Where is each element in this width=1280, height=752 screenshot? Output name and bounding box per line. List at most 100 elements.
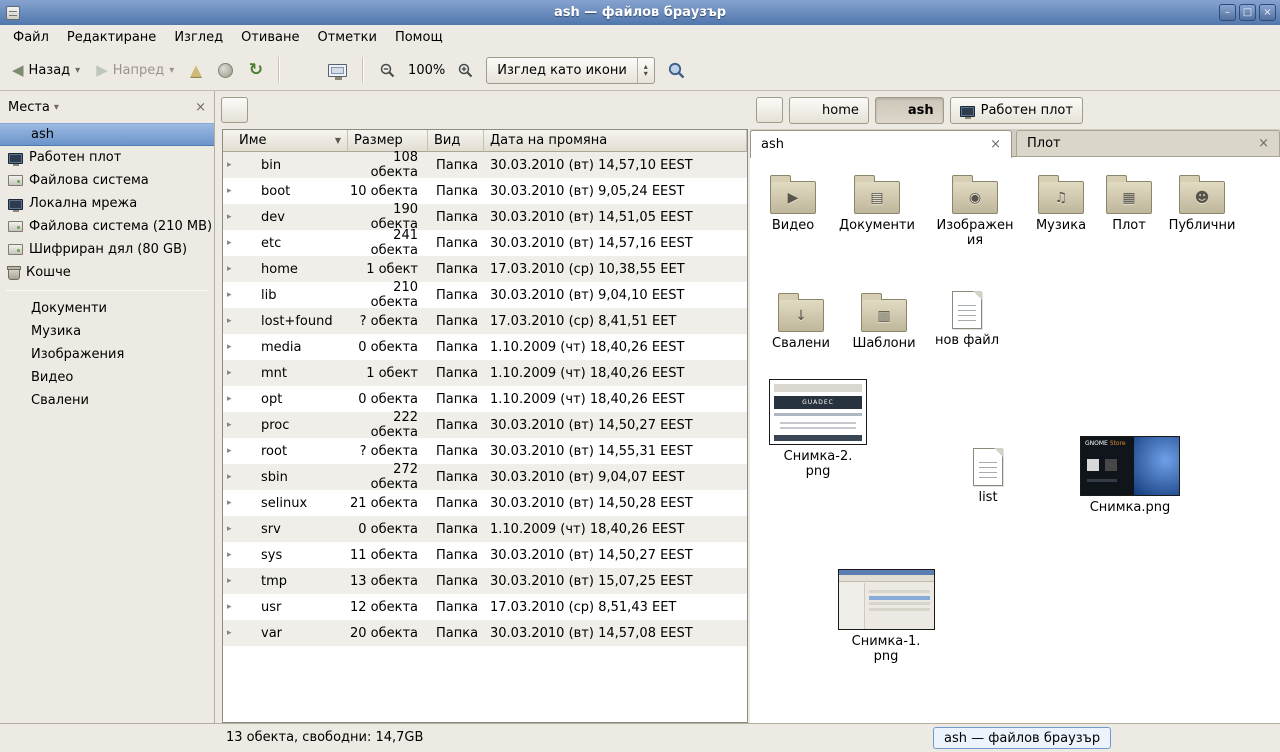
table-row-tmp[interactable]: ▸tmp 13 обекта Папка 30.03.2010 (вт) 15,… bbox=[223, 568, 747, 594]
tab-plot[interactable]: Плот × bbox=[1016, 130, 1280, 157]
breadcrumb-desktop[interactable]: Работен плот bbox=[950, 97, 1083, 124]
icon-snimka-2-png[interactable]: GUADEC Снимка-2.png bbox=[762, 379, 874, 479]
table-row-proc[interactable]: ▸proc 222 обекта Папка 30.03.2010 (вт) 1… bbox=[223, 412, 747, 438]
view-mode-select[interactable]: Изглед като икони ▴ ▾ bbox=[486, 57, 655, 84]
sidebar-item-encrypted-80gb[interactable]: Шифриран дял (80 GB) bbox=[0, 238, 214, 261]
table-row-selinux[interactable]: ▸selinux 21 обекта Папка 30.03.2010 (вт)… bbox=[223, 490, 747, 516]
expander-icon[interactable]: ▸ bbox=[227, 238, 236, 248]
forward-button[interactable]: ▶ Напред ▾ bbox=[92, 58, 178, 82]
table-row-boot[interactable]: ▸boot 10 обекта Папка 30.03.2010 (вт) 9,… bbox=[223, 178, 747, 204]
expander-icon[interactable]: ▸ bbox=[227, 316, 236, 326]
table-row-srv[interactable]: ▸srv 0 обекта Папка 1.10.2009 (чт) 18,40… bbox=[223, 516, 747, 542]
table-row-etc[interactable]: ▸etc 241 обекта Папка 30.03.2010 (вт) 14… bbox=[223, 230, 747, 256]
minimize-button[interactable]: – bbox=[1219, 4, 1236, 21]
icon-documents-folder[interactable]: ▤ Документи bbox=[835, 172, 919, 233]
table-row-media[interactable]: ▸media 0 обекта Папка 1.10.2009 (чт) 18,… bbox=[223, 334, 747, 360]
expander-icon[interactable]: ▸ bbox=[227, 186, 236, 196]
maximize-button[interactable]: □ bbox=[1239, 4, 1256, 21]
close-button[interactable]: × bbox=[1259, 4, 1276, 21]
expander-icon[interactable]: ▸ bbox=[227, 290, 236, 300]
titlebar[interactable]: ash — файлов браузър – □ × bbox=[0, 0, 1280, 25]
table-row-sys[interactable]: ▸sys 11 обекта Папка 30.03.2010 (вт) 14,… bbox=[223, 542, 747, 568]
table-row-lib[interactable]: ▸lib 210 обекта Папка 30.03.2010 (вт) 9,… bbox=[223, 282, 747, 308]
icon-pictures-folder[interactable]: ◉ Изображения bbox=[933, 172, 1017, 248]
table-row-var[interactable]: ▸var 20 обекта Папка 30.03.2010 (вт) 14,… bbox=[223, 620, 747, 646]
sidebar-item-music[interactable]: Музика bbox=[0, 320, 214, 343]
view-mode-spinner-icon[interactable]: ▴ ▾ bbox=[638, 63, 654, 77]
sidebar-item-network[interactable]: Локална мрежа bbox=[0, 192, 214, 215]
breadcrumb-home[interactable]: home bbox=[789, 97, 869, 124]
pane-location-button[interactable] bbox=[756, 97, 783, 123]
sidebar-item-downloads[interactable]: Свалени bbox=[0, 389, 214, 412]
icon-public-folder[interactable]: ☻ Публични bbox=[1160, 172, 1244, 233]
column-header-date[interactable]: Дата на промяна bbox=[484, 130, 747, 152]
icon-downloads-folder[interactable]: ↓ Свалени bbox=[759, 290, 843, 351]
table-row-dev[interactable]: ▸dev 190 обекта Папка 30.03.2010 (вт) 14… bbox=[223, 204, 747, 230]
zoom-out-button[interactable] bbox=[375, 59, 400, 82]
column-header-name[interactable]: Име ▼ bbox=[223, 130, 348, 152]
table-row-lost-found[interactable]: ▸lost+found ? обекта Папка 17.03.2010 (с… bbox=[223, 308, 747, 334]
stop-button[interactable] bbox=[214, 60, 237, 81]
expander-icon[interactable]: ▸ bbox=[227, 420, 236, 430]
sidebar-item-volume-210mb[interactable]: Файлова система (210 MB) bbox=[0, 215, 214, 238]
expander-icon[interactable]: ▸ bbox=[227, 524, 236, 534]
expander-icon[interactable]: ▸ bbox=[227, 550, 236, 560]
zoom-in-button[interactable] bbox=[453, 59, 478, 82]
sidebar-item-video[interactable]: Видео bbox=[0, 366, 214, 389]
icon-list-file[interactable]: list bbox=[946, 448, 1030, 505]
table-row-bin[interactable]: ▸bin 108 обекта Папка 30.03.2010 (вт) 14… bbox=[223, 152, 747, 178]
tab-close-icon[interactable]: × bbox=[1258, 136, 1269, 151]
table-row-sbin[interactable]: ▸sbin 272 обекта Папка 30.03.2010 (вт) 9… bbox=[223, 464, 747, 490]
table-row-opt[interactable]: ▸opt 0 обекта Папка 1.10.2009 (чт) 18,40… bbox=[223, 386, 747, 412]
expander-icon[interactable]: ▸ bbox=[227, 342, 236, 352]
menu-file[interactable]: Файл bbox=[4, 25, 58, 50]
icon-snimka-1-png[interactable]: Снимка-1.png bbox=[830, 569, 942, 664]
sidebar-item-desktop[interactable]: Работен плот bbox=[0, 146, 214, 169]
tab-close-icon[interactable]: × bbox=[990, 137, 1001, 152]
expander-icon[interactable]: ▸ bbox=[227, 264, 236, 274]
menu-view[interactable]: Изглед bbox=[165, 25, 232, 50]
sidebar-item-trash[interactable]: Кошче bbox=[0, 261, 214, 284]
icon-video-folder[interactable]: ▶ Видео bbox=[751, 172, 835, 233]
icon-new-file[interactable]: нов файл bbox=[925, 291, 1009, 348]
expander-icon[interactable]: ▸ bbox=[227, 628, 236, 638]
tab-ash[interactable]: ash × bbox=[750, 130, 1012, 158]
column-header-type[interactable]: Вид bbox=[428, 130, 484, 152]
expander-icon[interactable]: ▸ bbox=[227, 576, 236, 586]
expander-icon[interactable]: ▸ bbox=[227, 394, 236, 404]
sidebar-close-icon[interactable]: × bbox=[195, 100, 206, 115]
table-row-mnt[interactable]: ▸mnt 1 обект Папка 1.10.2009 (чт) 18,40,… bbox=[223, 360, 747, 386]
search-button[interactable] bbox=[663, 58, 690, 83]
sidebar-item-ash[interactable]: ash bbox=[0, 123, 214, 146]
expander-icon[interactable]: ▸ bbox=[227, 472, 236, 482]
expander-icon[interactable]: ▸ bbox=[227, 212, 236, 222]
sidebar-mode-dropdown-icon[interactable]: ▾ bbox=[54, 102, 59, 113]
menu-edit[interactable]: Редактиране bbox=[58, 25, 165, 50]
home-button[interactable] bbox=[291, 59, 316, 81]
menu-help[interactable]: Помощ bbox=[386, 25, 452, 50]
expander-icon[interactable]: ▸ bbox=[227, 446, 236, 456]
table-row-home[interactable]: ▸home 1 обект Папка 17.03.2010 (ср) 10,3… bbox=[223, 256, 747, 282]
taskbar-window-button[interactable]: ash — файлов браузър bbox=[933, 727, 1111, 749]
expander-icon[interactable]: ▸ bbox=[227, 160, 236, 170]
pane-location-button[interactable] bbox=[221, 97, 248, 123]
menu-go[interactable]: Отиване bbox=[232, 25, 308, 50]
icon-templates-folder[interactable]: ▥ Шаблони bbox=[842, 290, 926, 351]
back-dropdown-icon[interactable]: ▾ bbox=[75, 65, 80, 76]
breadcrumb-ash[interactable]: ash bbox=[875, 97, 944, 124]
expander-icon[interactable]: ▸ bbox=[227, 368, 236, 378]
reload-button[interactable]: ↻ bbox=[245, 57, 267, 83]
expander-icon[interactable]: ▸ bbox=[227, 498, 236, 508]
back-button[interactable]: ◀ Назад ▾ bbox=[8, 58, 84, 82]
sidebar-item-documents[interactable]: Документи bbox=[0, 297, 214, 320]
expander-icon[interactable]: ▸ bbox=[227, 602, 236, 612]
computer-button[interactable] bbox=[324, 61, 351, 80]
table-row-usr[interactable]: ▸usr 12 обекта Папка 17.03.2010 (ср) 8,5… bbox=[223, 594, 747, 620]
sidebar-item-pictures[interactable]: Изображения bbox=[0, 343, 214, 366]
table-row-root[interactable]: ▸root ? обекта Папка 30.03.2010 (вт) 14,… bbox=[223, 438, 747, 464]
up-button[interactable]: ▲ bbox=[186, 58, 206, 82]
sidebar-item-filesystem[interactable]: Файлова система bbox=[0, 169, 214, 192]
icon-snimka-png[interactable]: GNOME Store Снимка.png bbox=[1074, 436, 1186, 515]
menu-bookmarks[interactable]: Отметки bbox=[308, 25, 385, 50]
icon-desktop-folder[interactable]: ▦ Плот bbox=[1087, 172, 1171, 233]
